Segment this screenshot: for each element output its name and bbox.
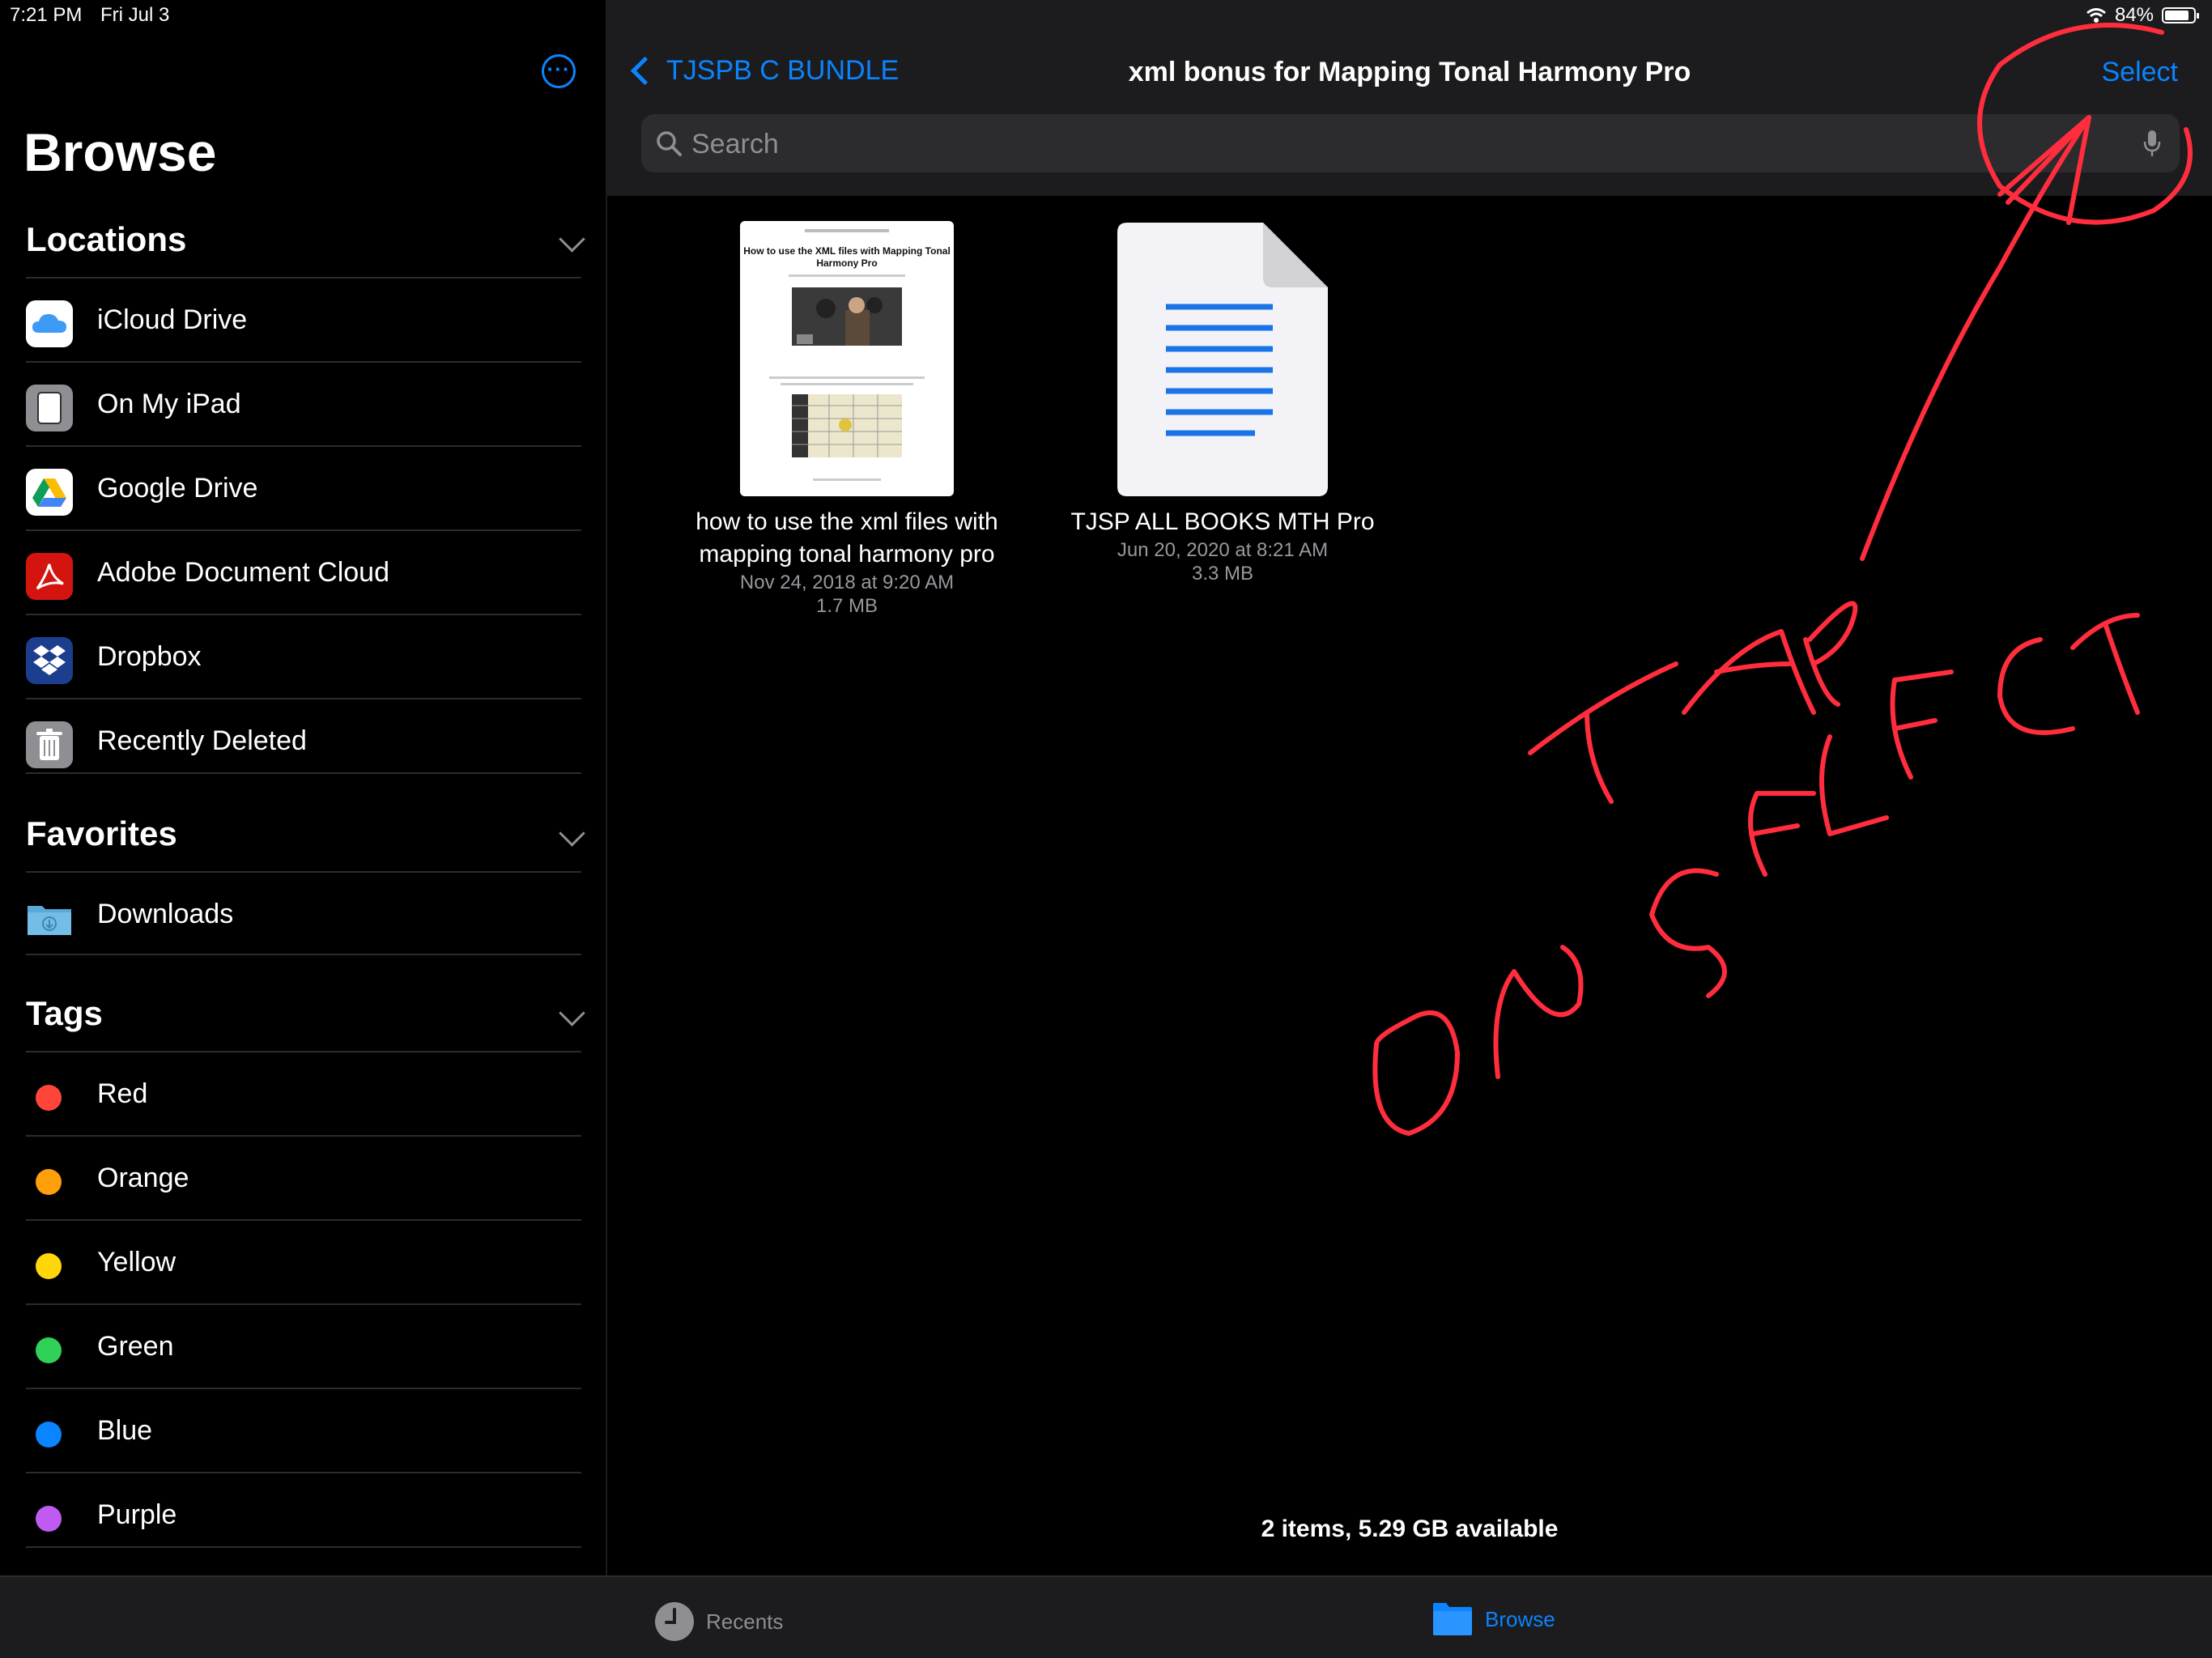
sidebar-item-label: On My iPad [97, 388, 241, 419]
divider [26, 772, 581, 774]
search-bar[interactable] [641, 114, 2180, 174]
tag-color-dot [36, 1169, 62, 1195]
clock-icon [655, 1602, 694, 1641]
file-date: Jun 20, 2020 at 8:21 AM [1117, 539, 1329, 561]
tab-browse[interactable]: Browse [1431, 1601, 1555, 1637]
tab-bar: Recents Browse [0, 1575, 2212, 1658]
status-time: 7:21 PM [10, 4, 83, 26]
sidebar-title: Browse [23, 122, 217, 182]
document-file-icon[interactable] [1117, 223, 1328, 496]
tab-recents[interactable]: Recents [654, 1601, 783, 1642]
file-name: mapping tonal harmony pro [699, 541, 995, 568]
wifi-icon [2087, 8, 2106, 23]
status-bar: 7:21 PM Fri Jul 3 84% [0, 0, 2212, 32]
sidebar-item-tag-blue[interactable]: Blue [26, 1388, 581, 1472]
sidebar-item-tag-orange[interactable]: Orange [26, 1135, 581, 1219]
search-icon [657, 131, 682, 156]
tags-header[interactable]: Tags [26, 994, 585, 1033]
sidebar-item-adobe-document-cloud[interactable]: Adobe Document Cloud [26, 529, 581, 614]
sidebar-item-label: Downloads [97, 898, 234, 929]
sidebar-item-label: Red [97, 1078, 148, 1109]
tab-label: Recents [706, 1609, 784, 1634]
file-name: how to use the xml files with [696, 508, 998, 535]
sidebar-item-tag-purple[interactable]: Purple [26, 1472, 581, 1556]
file-thumbnail-pdf[interactable]: How to use the XML files with Mapping To… [740, 221, 954, 496]
sidebar-item-recently-deleted[interactable]: Recently Deleted [26, 698, 581, 782]
file-size: 3.3 MB [1191, 563, 1254, 585]
status-date: Fri Jul 3 [100, 4, 170, 26]
sidebar-item-label: iCloud Drive [97, 304, 248, 335]
chevron-down-icon[interactable] [559, 820, 585, 847]
file-size: 1.7 MB [815, 595, 878, 617]
status-right: 84% [2086, 4, 2199, 27]
sidebar-item-label: Recently Deleted [97, 725, 307, 756]
search-input[interactable] [690, 114, 2069, 174]
locations-header[interactable]: Locations [26, 220, 585, 259]
locations-list: iCloud Drive On My iPad Google Drive Ado… [26, 277, 581, 782]
items-count: 2 items, 5.29 GB available [1261, 1516, 1559, 1542]
sidebar-item-tag-red[interactable]: Red [26, 1051, 581, 1135]
locations-header-label: Locations [26, 220, 187, 258]
tags-header-label: Tags [26, 994, 103, 1032]
sidebar-item-label: Purple [97, 1499, 177, 1530]
battery-fill [2165, 11, 2189, 20]
sidebar-item-icloud-drive[interactable]: iCloud Drive [26, 277, 581, 361]
sidebar-item-label: Blue [97, 1414, 153, 1446]
favorites-header[interactable]: Favorites [26, 814, 585, 853]
tag-color-dot [36, 1506, 62, 1532]
sidebar-item-label: Adobe Document Cloud [97, 556, 390, 588]
sidebar-item-tag-green[interactable]: Green [26, 1303, 581, 1388]
favorites-header-label: Favorites [26, 814, 177, 852]
tag-color-dot [36, 1422, 62, 1448]
tag-color-dot [36, 1085, 62, 1111]
battery-percent: 84% [2114, 4, 2154, 26]
tab-label: Browse [1485, 1606, 1555, 1631]
favorites-list: Downloads [26, 871, 581, 955]
tags-list: Red Orange Yellow Green Blue Purple [26, 1051, 581, 1556]
battery-icon [2162, 7, 2199, 23]
divider [26, 1546, 581, 1548]
sidebar-item-on-my-ipad[interactable]: On My iPad [26, 361, 581, 445]
ipad-icon [26, 385, 73, 432]
more-options-button[interactable]: ··· [542, 54, 576, 88]
file-item-document[interactable]: TJSP ALL BOOKS MTH Pro Jun 20, 2020 at 8… [1044, 506, 1401, 585]
sidebar-item-label: Google Drive [97, 472, 258, 504]
file-date: Nov 24, 2018 at 9:20 AM [739, 572, 955, 593]
file-item-pdf[interactable]: how to use the xml files with mapping to… [672, 506, 1022, 618]
microphone-icon[interactable] [2142, 129, 2162, 158]
trash-icon [26, 721, 73, 768]
icloud-icon [26, 300, 73, 347]
sidebar-item-downloads[interactable]: Downloads [26, 871, 581, 955]
tag-color-dot [36, 1337, 62, 1363]
downloads-folder-icon [26, 895, 73, 942]
sidebar-item-label: Green [97, 1330, 174, 1362]
file-name: TJSP ALL BOOKS MTH Pro [1070, 508, 1375, 535]
chevron-down-icon[interactable] [559, 226, 585, 253]
sidebar-item-label: Yellow [97, 1246, 177, 1278]
sidebar-item-tag-yellow[interactable]: Yellow [26, 1219, 581, 1303]
select-button[interactable]: Select [2102, 57, 2179, 88]
sidebar-item-dropbox[interactable]: Dropbox [26, 614, 581, 698]
divider [26, 954, 581, 955]
chevron-down-icon[interactable] [559, 1000, 585, 1027]
adobe-icon [26, 553, 73, 600]
tag-color-dot [36, 1253, 62, 1279]
google-drive-icon [26, 469, 73, 516]
sidebar-item-label: Dropbox [97, 640, 202, 672]
page-title: xml bonus for Mapping Tonal Harmony Pro [1128, 57, 1691, 87]
sidebar-item-label: Orange [97, 1162, 189, 1193]
dropbox-icon [26, 637, 73, 684]
sidebar: ··· Browse Locations iCloud Drive On My … [0, 0, 607, 1575]
folder-icon [1433, 1603, 1472, 1635]
sidebar-item-google-drive[interactable]: Google Drive [26, 445, 581, 529]
thumbnail-preview-image [769, 229, 925, 481]
